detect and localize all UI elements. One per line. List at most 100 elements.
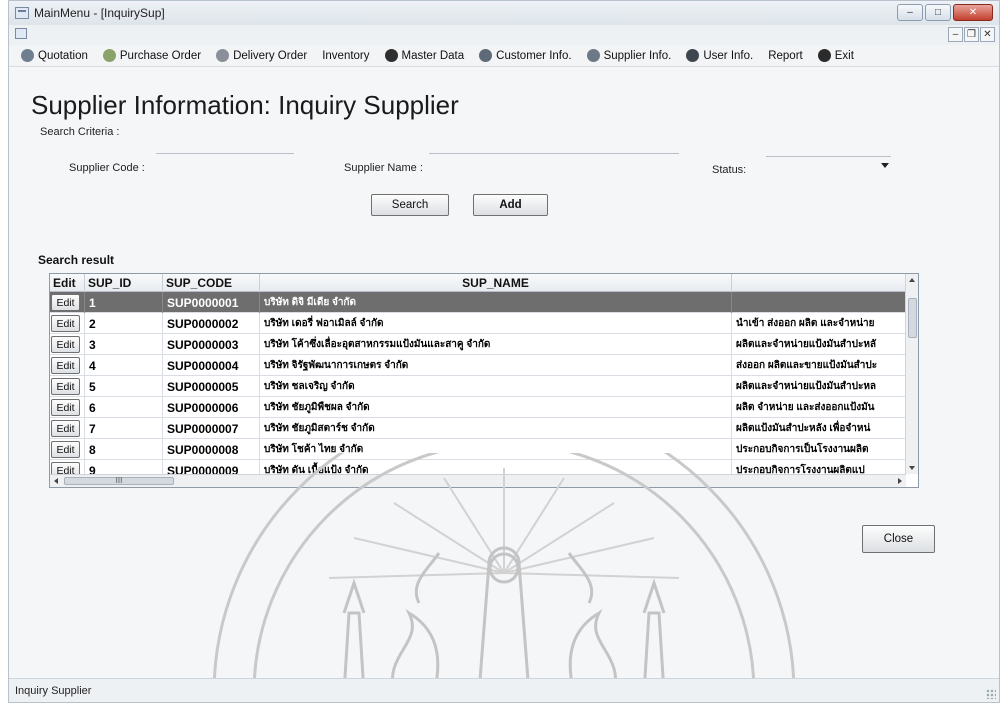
sup-id-cell: 8	[85, 439, 163, 460]
sup-name-cell: บริษัท ชัยภูมิพืชผล จำกัด	[260, 397, 732, 418]
supplier-code-input[interactable]	[156, 153, 294, 193]
maximize-button[interactable]: □	[925, 4, 951, 21]
mdi-close-button[interactable]: ✕	[980, 27, 995, 42]
menu-item-label: Exit	[834, 49, 854, 62]
edit-row-button[interactable]: Edit	[51, 315, 80, 332]
sup-desc-cell: ประกอบกิจการเป็นโรงงานผลิต	[732, 439, 906, 460]
minimize-button[interactable]: –	[897, 4, 923, 21]
sup-name-cell: บริษัท ชัยภูมิสตาร์ช จำกัด	[260, 418, 732, 439]
grid-body: Edit 1 SUP0000001 บริษัท ดิจิ มีเดีย จำกัด E…	[50, 292, 906, 481]
window-controls: – □ ✕	[897, 4, 993, 21]
menu-item-exit[interactable]: Exit	[817, 49, 854, 62]
mdi-restore-button[interactable]: ❐	[964, 27, 979, 42]
menu-bar: Quotation Purchase Order Delivery Order Inv…	[9, 45, 999, 67]
sup-code-cell: SUP0000003	[163, 334, 260, 355]
menu-item-label: Purchase Order	[119, 49, 202, 62]
edit-row-button[interactable]: Edit	[51, 441, 80, 458]
sup-desc-cell: ส่งออก ผลิตและขายแป้งมันสำปะ	[732, 355, 906, 376]
resize-grip-icon[interactable]	[986, 689, 996, 699]
table-row[interactable]: Edit 3 SUP0000003 บริษัท โค้าซึ่งเลื่อะอุตส…	[50, 334, 906, 355]
title-bar[interactable]: MainMenu - [InquirySup] – □ ✕	[9, 1, 999, 25]
page-title: Supplier Information: Inquiry Supplier	[31, 90, 459, 120]
chevron-down-icon	[881, 163, 889, 168]
table-row[interactable]: Edit 4 SUP0000004 บริษัท จิรัฐพัฒนาการเกษตร…	[50, 355, 906, 376]
menu-item-label: Customer Info.	[496, 49, 572, 62]
edit-row-button[interactable]: Edit	[51, 420, 80, 437]
sup-name-cell: บริษัท ชลเจริญ จำกัด	[260, 376, 732, 397]
table-row[interactable]: Edit 5 SUP0000005 บริษัท ชลเจริญ จำกัด ผลิตแ…	[50, 376, 906, 397]
search-result-label: Search result	[38, 253, 115, 267]
horizontal-scroll-thumb[interactable]: III	[64, 477, 174, 485]
mdi-controls: – ❐ ✕	[948, 27, 995, 42]
mdi-minimize-button[interactable]: –	[948, 27, 963, 42]
sup-id-cell: 5	[85, 376, 163, 397]
col-header-sup-code[interactable]: SUP_CODE	[163, 274, 260, 292]
edit-cell: Edit	[50, 376, 85, 397]
menu-item-label: Report	[768, 49, 803, 62]
col-header-sup-name[interactable]: SUP_NAME	[260, 274, 732, 292]
vertical-scroll-thumb[interactable]	[908, 298, 917, 338]
table-row[interactable]: Edit 6 SUP0000006 บริษัท ชัยภูมิพืชผล จำกัด…	[50, 397, 906, 418]
sup-code-cell: SUP0000002	[163, 313, 260, 334]
menu-item-purchase-order[interactable]: Purchase Order	[102, 49, 202, 62]
status-bar: Inquiry Supplier	[9, 678, 999, 702]
menu-item-inventory[interactable]: Inventory	[322, 50, 369, 62]
col-header-edit[interactable]: Edit	[50, 274, 85, 292]
sup-id-cell: 2	[85, 313, 163, 334]
status-label: Status:	[712, 164, 747, 176]
supplier-grid[interactable]: Edit SUP_ID SUP_CODE SUP_NAME Edit 1 SUP00…	[49, 273, 919, 488]
supplier-name-input[interactable]	[429, 153, 679, 175]
edit-row-button[interactable]: Edit	[51, 336, 80, 353]
horizontal-scrollbar[interactable]: III	[50, 474, 906, 487]
scroll-down-icon[interactable]	[909, 466, 915, 470]
add-button[interactable]: Add	[473, 194, 548, 216]
menu-item-customer-info[interactable]: Customer Info.	[479, 49, 572, 62]
table-row[interactable]: Edit 7 SUP0000007 บริษัท ชัยภูมิสตาร์ช จำกั…	[50, 418, 906, 439]
col-header-sup-id[interactable]: SUP_ID	[85, 274, 163, 292]
table-row[interactable]: Edit 1 SUP0000001 บริษัท ดิจิ มีเดีย จำกัด	[50, 292, 906, 313]
edit-row-button[interactable]: Edit	[51, 399, 80, 416]
close-window-button[interactable]: ✕	[953, 4, 993, 21]
edit-cell: Edit	[50, 292, 85, 313]
sup-desc-cell: ผลิตและจำหน่ายแป้งมันสำปะหลั	[732, 334, 906, 355]
edit-cell: Edit	[50, 397, 85, 418]
menu-item-user-info[interactable]: User Info.	[686, 49, 753, 62]
col-header-sup-desc[interactable]	[732, 274, 906, 292]
sup-desc-cell: ผลิตแป้งมันสำปะหลัง เพื่อจำหน่	[732, 418, 906, 439]
scroll-up-icon[interactable]	[909, 278, 915, 282]
sup-code-cell: SUP0000006	[163, 397, 260, 418]
sup-id-cell: 7	[85, 418, 163, 439]
vertical-scrollbar[interactable]	[905, 274, 918, 474]
sup-desc-cell	[732, 292, 906, 313]
supplier-name-label: Supplier Name :	[344, 162, 423, 174]
table-row[interactable]: Edit 8 SUP0000008 บริษัท โชค้า ไทย จำกัด ประ…	[50, 439, 906, 460]
customer-info-icon	[479, 49, 493, 62]
edit-cell: Edit	[50, 439, 85, 460]
menu-item-supplier-info[interactable]: Supplier Info.	[586, 49, 672, 62]
edit-row-button[interactable]: Edit	[51, 378, 80, 395]
menu-item-label: Quotation	[38, 49, 88, 62]
table-row[interactable]: Edit 2 SUP0000002 บริษัท เดอรี่ ฟอาเมิลล์ จ…	[50, 313, 906, 334]
edit-row-button[interactable]: Edit	[51, 294, 80, 311]
menu-item-quotation[interactable]: Quotation	[21, 49, 88, 62]
scroll-left-icon[interactable]	[54, 478, 58, 484]
mdi-child-icon[interactable]	[15, 28, 27, 39]
menu-item-report[interactable]: Report	[768, 50, 803, 62]
status-dropdown[interactable]	[766, 156, 891, 176]
sup-code-cell: SUP0000007	[163, 418, 260, 439]
close-button[interactable]: Close	[862, 525, 935, 553]
menu-item-label: Master Data	[401, 49, 465, 62]
sup-desc-cell: นำเข้า ส่งออก ผลิต และจำหน่าย	[732, 313, 906, 334]
edit-row-button[interactable]: Edit	[51, 357, 80, 374]
exit-icon	[817, 49, 831, 62]
menu-item-label: Supplier Info.	[603, 49, 672, 62]
status-text: Inquiry Supplier	[15, 684, 92, 697]
scroll-right-icon[interactable]	[898, 478, 902, 484]
menu-item-master-data[interactable]: Master Data	[384, 49, 465, 62]
supplier-info-icon	[586, 49, 600, 62]
edit-cell: Edit	[50, 418, 85, 439]
sup-name-cell: บริษัท โชค้า ไทย จำกัด	[260, 439, 732, 460]
edit-cell: Edit	[50, 355, 85, 376]
search-button[interactable]: Search	[371, 194, 449, 216]
menu-item-delivery-order[interactable]: Delivery Order	[216, 49, 307, 62]
